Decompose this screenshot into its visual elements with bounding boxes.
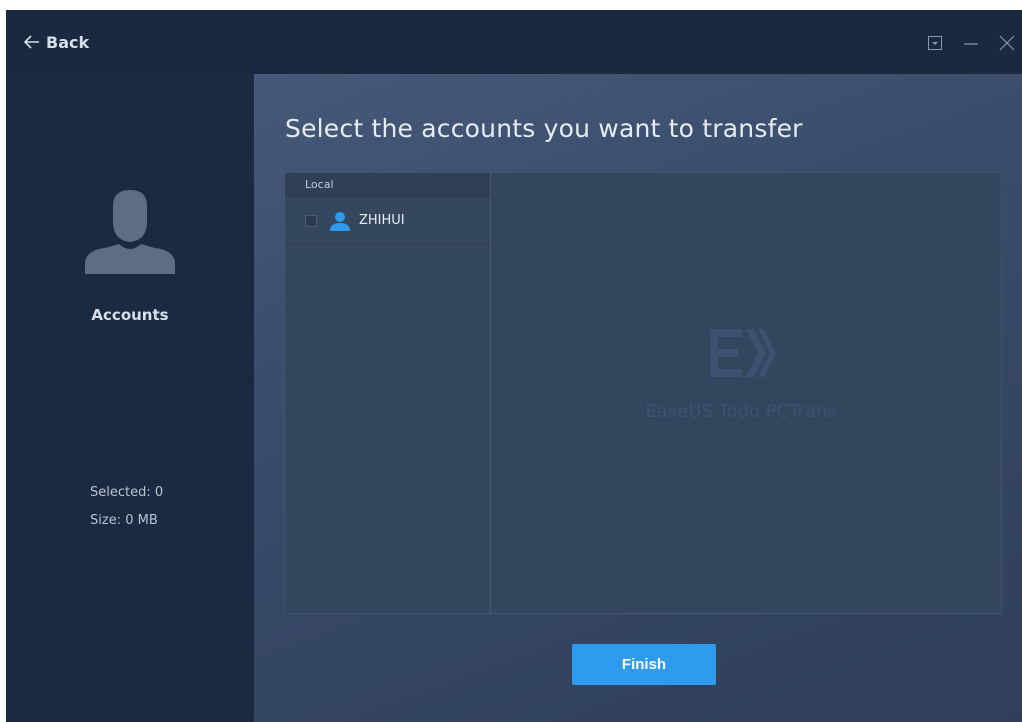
sidebar: Accounts Selected: 0 Size: 0 MB — [6, 74, 254, 722]
account-checkbox[interactable] — [305, 214, 317, 227]
sidebar-title: Accounts — [91, 306, 169, 324]
title-bar: Back — [6, 10, 1022, 74]
list-header: Local — [285, 173, 490, 197]
back-button[interactable]: Back — [24, 30, 89, 54]
close-icon[interactable] — [998, 34, 1016, 52]
arrow-left-icon — [24, 35, 40, 49]
app-window: Back Accounts Selected: 0 Size: 0 MB Sel… — [6, 10, 1022, 722]
watermark: EaseUS Todo PCTrans — [591, 323, 891, 422]
user-silhouette-icon — [83, 184, 177, 282]
finish-button[interactable]: Finish — [572, 644, 716, 685]
size-label: Size: — [90, 513, 122, 528]
selected-value: 0 — [154, 485, 164, 500]
watermark-text: EaseUS Todo PCTrans — [645, 401, 837, 422]
account-row[interactable]: ZHIHUI — [285, 197, 490, 245]
user-icon — [329, 211, 351, 231]
watermark-logo-icon — [706, 329, 776, 387]
accounts-panel: Local ZHIHUI EaseUS Todo PCTrans — [284, 172, 1002, 614]
size-value: 0 MB — [125, 513, 158, 528]
back-label: Back — [46, 32, 90, 52]
account-list-pane: Local ZHIHUI — [285, 173, 491, 613]
window-controls — [926, 30, 1016, 56]
dropdown-menu-icon[interactable] — [926, 34, 944, 52]
selected-count-row: Selected: 0 — [90, 479, 163, 507]
account-name: ZHIHUI — [359, 213, 405, 228]
size-row: Size: 0 MB — [90, 507, 163, 535]
minimize-icon[interactable] — [962, 34, 980, 52]
selected-label: Selected: — [90, 485, 151, 500]
main-content: Select the accounts you want to transfer… — [254, 74, 1022, 722]
page-title: Select the accounts you want to transfer — [285, 114, 803, 143]
selection-stats: Selected: 0 Size: 0 MB — [90, 479, 163, 535]
detail-pane: EaseUS Todo PCTrans — [491, 173, 1001, 613]
